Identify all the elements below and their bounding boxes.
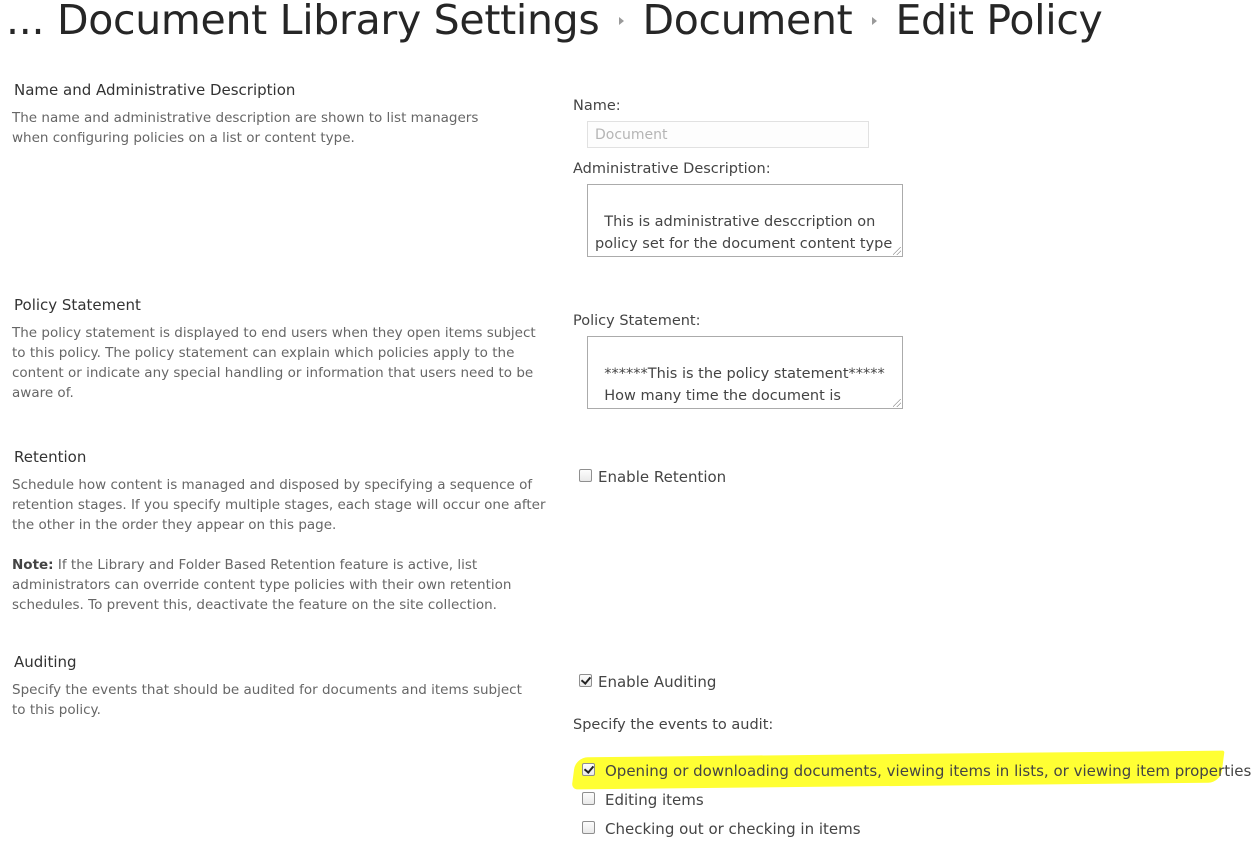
policy-section-title: Policy Statement — [14, 296, 141, 314]
auditing-section-description: Specify the events that should be audite… — [12, 682, 522, 718]
audit-editing-label[interactable]: Editing items — [605, 791, 704, 809]
policy-statement-textarea[interactable]: ******This is the policy statement***** … — [587, 336, 903, 409]
audit-opening-label[interactable]: Opening or downloading documents, viewin… — [605, 762, 1251, 780]
enable-retention-checkbox[interactable] — [579, 469, 592, 482]
name-field[interactable]: Document — [587, 121, 869, 148]
breadcrumb-document[interactable]: Document — [642, 0, 852, 44]
audit-editing-checkbox[interactable] — [582, 792, 595, 805]
breadcrumb-separator-icon — [872, 17, 878, 25]
retention-note: Note: If the Library and Folder Based Re… — [12, 555, 512, 615]
retention-note-label: Note: — [12, 557, 54, 573]
audit-checkout-label[interactable]: Checking out or checking in items — [605, 820, 861, 838]
policy-statement-label: Policy Statement: — [573, 313, 701, 329]
resize-grip-icon[interactable] — [893, 247, 901, 255]
name-label: Name: — [573, 98, 621, 114]
retention-section-title: Retention — [14, 448, 87, 466]
enable-retention-label[interactable]: Enable Retention — [598, 468, 726, 486]
admin-description-label: Administrative Description: — [573, 161, 771, 177]
enable-auditing-checkbox[interactable] — [579, 674, 592, 687]
enable-auditing-label[interactable]: Enable Auditing — [598, 673, 716, 691]
breadcrumb-ellipsis[interactable]: ... — [6, 0, 45, 44]
name-section-description: The name and administrative description … — [12, 110, 479, 146]
auditing-section-title: Auditing — [14, 653, 77, 671]
policy-statement-text: ******This is the policy statement***** … — [604, 366, 885, 404]
breadcrumb-edit-policy: Edit Policy — [895, 0, 1103, 44]
breadcrumb-separator-icon — [619, 17, 625, 25]
admin-description-text: This is administrative desccription on p… — [595, 214, 893, 252]
breadcrumb-document-library-settings[interactable]: Document Library Settings — [57, 0, 600, 44]
policy-section-description: The policy statement is displayed to end… — [12, 325, 536, 401]
admin-description-textarea[interactable]: This is administrative desccription on p… — [587, 184, 903, 257]
audit-checkout-checkbox[interactable] — [582, 821, 595, 834]
resize-grip-icon[interactable] — [893, 399, 901, 407]
retention-note-text: If the Library and Folder Based Retentio… — [12, 557, 512, 613]
retention-section-description: Schedule how content is managed and disp… — [12, 477, 546, 533]
name-section-title: Name and Administrative Description — [14, 81, 296, 99]
audit-opening-checkbox[interactable] — [582, 763, 595, 776]
page-title-breadcrumb: ... Document Library Settings Document Edi… — [6, 0, 1103, 48]
audit-events-label: Specify the events to audit: — [573, 717, 774, 733]
